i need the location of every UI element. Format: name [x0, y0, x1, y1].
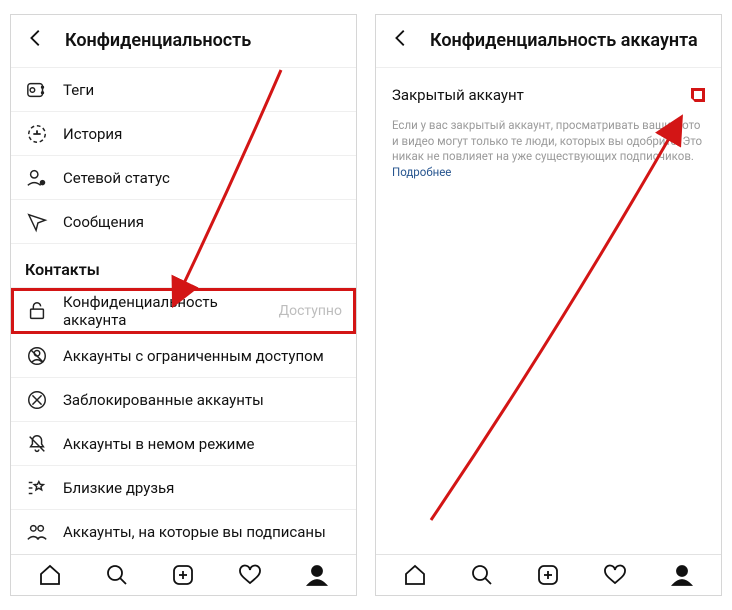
row-restricted[interactable]: Аккаунты с ограниченным доступом [11, 334, 356, 378]
row-muted[interactable]: Аккаунты в немом режиме [11, 422, 356, 466]
settings-list: Теги История Сетевой статус Сообщения Ко… [11, 68, 356, 554]
tag-icon [25, 78, 49, 102]
tab-profile[interactable] [305, 563, 329, 587]
following-icon [25, 520, 49, 544]
row-trailing: Доступно [279, 303, 342, 319]
learn-more-link[interactable]: Подробнее [392, 165, 451, 179]
header: Конфиденциальность [11, 15, 356, 68]
row-label: Заблокированные аккаунты [63, 391, 264, 409]
lock-icon [25, 299, 49, 323]
block-icon [25, 388, 49, 412]
account-privacy-screen: Конфиденциальность аккаунта Закрытый акк… [375, 14, 722, 596]
back-icon[interactable] [25, 27, 47, 53]
back-icon[interactable] [390, 27, 412, 53]
tab-like[interactable] [603, 563, 627, 587]
tab-bar [11, 554, 356, 595]
row-close-friends[interactable]: Близкие друзья [11, 466, 356, 510]
page-title: Конфиденциальность аккаунта [430, 30, 698, 51]
row-blocked[interactable]: Заблокированные аккаунты [11, 378, 356, 422]
tab-profile[interactable] [670, 563, 694, 587]
tab-home[interactable] [38, 563, 62, 587]
row-label: Теги [63, 81, 94, 99]
tab-add[interactable] [171, 563, 195, 587]
tab-search[interactable] [470, 563, 494, 587]
row-story[interactable]: История [11, 112, 356, 156]
history-icon [25, 122, 49, 146]
row-label: История [63, 125, 122, 143]
messages-icon [25, 210, 49, 234]
row-tags[interactable]: Теги [11, 68, 356, 112]
close-friends-icon [25, 476, 49, 500]
page-title: Конфиденциальность [65, 30, 251, 51]
toggle-highlight [691, 88, 705, 102]
tab-bar [376, 554, 721, 595]
row-account-privacy[interactable]: Конфиденциальность аккаунта Доступно [11, 288, 356, 334]
row-label: Сообщения [63, 213, 144, 231]
row-messages[interactable]: Сообщения [11, 200, 356, 244]
row-activity-status[interactable]: Сетевой статус [11, 156, 356, 200]
row-label: Аккаунты, на которые вы подписаны [63, 523, 326, 541]
row-label: Сетевой статус [63, 169, 170, 187]
private-account-row: Закрытый аккаунт [376, 68, 721, 114]
privacy-screen: Конфиденциальность Теги История Сетевой … [10, 14, 357, 596]
row-following[interactable]: Аккаунты, на которые вы подписаны [11, 510, 356, 554]
tab-search[interactable] [105, 563, 129, 587]
row-label: Близкие друзья [63, 479, 174, 497]
mute-icon [25, 432, 49, 456]
toggle-label: Закрытый аккаунт [392, 86, 524, 104]
row-label: Аккаунты в немом режиме [63, 435, 254, 453]
row-label: Конфиденциальность аккаунта [63, 293, 265, 329]
private-account-description: Если у вас закрытый аккаунт, просматрива… [376, 114, 721, 192]
status-icon [25, 166, 49, 190]
restrict-icon [25, 344, 49, 368]
section-contacts: Контакты [11, 244, 356, 288]
tab-home[interactable] [403, 563, 427, 587]
row-label: Аккаунты с ограниченным доступом [63, 347, 324, 365]
header: Конфиденциальность аккаунта [376, 15, 721, 68]
tab-like[interactable] [238, 563, 262, 587]
tab-add[interactable] [536, 563, 560, 587]
